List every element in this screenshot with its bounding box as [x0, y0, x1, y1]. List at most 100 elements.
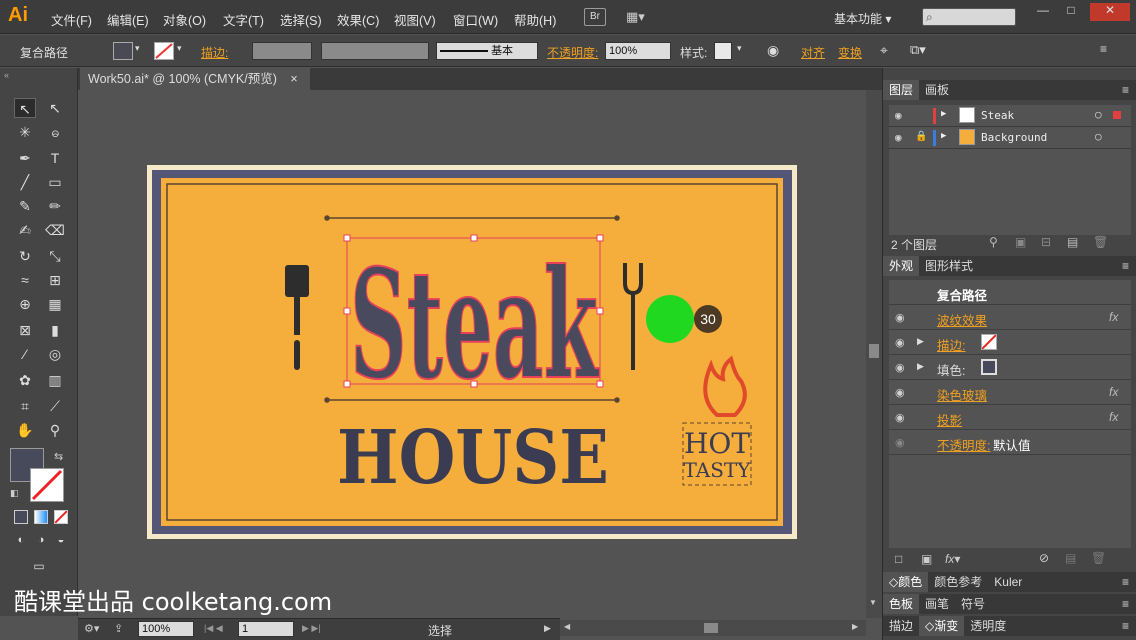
- tab-symbols[interactable]: 符号: [955, 594, 991, 614]
- scroll-down-icon[interactable]: ▼: [869, 598, 877, 607]
- visibility-eye-icon[interactable]: ◉: [895, 109, 902, 122]
- panel-menu-icon[interactable]: ≡: [1122, 616, 1129, 636]
- transform-label[interactable]: 变换: [838, 44, 862, 61]
- selected-art-indicator[interactable]: [1113, 111, 1121, 119]
- mesh-tool-icon[interactable]: ⊠: [14, 320, 36, 340]
- appearance-row[interactable]: ◉ ▶ 填色:: [889, 355, 1131, 380]
- add-stroke-icon[interactable]: □: [895, 552, 902, 566]
- eraser-icon[interactable]: ⌫: [44, 220, 66, 240]
- control-menu-icon[interactable]: ≡: [1100, 42, 1107, 56]
- layer-row[interactable]: ◉ 🔒 ▶ Background ○: [889, 127, 1131, 149]
- appearance-row[interactable]: ◉ 波纹效果 fx: [889, 305, 1131, 330]
- draw-normal-icon[interactable]: ◐: [10, 530, 32, 550]
- gradient-tool-icon[interactable]: ▮: [44, 320, 66, 340]
- rectangle-tool-icon[interactable]: ▭: [44, 172, 66, 192]
- tab-graphic-styles[interactable]: 图形样式: [919, 256, 979, 276]
- new-sublayer-icon[interactable]: ⊟: [1041, 235, 1051, 249]
- tab-swatches[interactable]: 色板: [883, 594, 920, 614]
- appearance-menu-icon[interactable]: ≡: [1122, 256, 1129, 276]
- selection-tool-icon[interactable]: ↖: [14, 98, 36, 118]
- tab-color[interactable]: ◇颜色: [883, 572, 929, 592]
- select-similar-icon[interactable]: ⧉▾: [910, 42, 926, 58]
- free-transform-icon[interactable]: ⊞: [44, 270, 66, 290]
- appearance-row[interactable]: ◉ ▶ 描边:: [889, 330, 1131, 355]
- symbol-sprayer-icon[interactable]: ✿: [14, 370, 36, 390]
- tab-artboards[interactable]: 画板: [919, 80, 955, 100]
- tab-appearance[interactable]: 外观: [883, 256, 920, 276]
- graphic-style-swatch[interactable]: [714, 42, 732, 60]
- scroll-left-icon[interactable]: ◀: [564, 622, 570, 631]
- document-tab[interactable]: Work50.ai* @ 100% (CMYK/预览) ×: [80, 68, 310, 90]
- pen-tool-icon[interactable]: ✒: [14, 148, 36, 168]
- blend-tool-icon[interactable]: ◎: [44, 344, 66, 364]
- page-field[interactable]: 1: [238, 621, 294, 637]
- column-graph-icon[interactable]: ▥: [44, 370, 66, 390]
- tab-brushes[interactable]: 画笔: [919, 594, 955, 614]
- stroke-label[interactable]: 描边:: [201, 44, 228, 61]
- collapse-icon[interactable]: «: [4, 70, 9, 80]
- tab-close-icon[interactable]: ×: [290, 72, 297, 86]
- minimize-button[interactable]: —: [1030, 3, 1056, 21]
- horizontal-scroll-thumb[interactable]: [704, 623, 718, 633]
- draw-behind-icon[interactable]: ◑: [30, 530, 52, 550]
- screen-mode-icon[interactable]: ▭: [28, 556, 50, 576]
- expand-arrow-icon[interactable]: ▶: [917, 361, 924, 372]
- default-colors-icon[interactable]: ◧: [10, 488, 19, 499]
- menu-edit[interactable]: 编辑(E): [107, 10, 149, 29]
- close-button[interactable]: ✕: [1090, 3, 1130, 21]
- target-circle-icon[interactable]: ○: [1095, 108, 1102, 121]
- layer-name[interactable]: Steak: [981, 109, 1014, 122]
- menu-view[interactable]: 视图(V): [394, 10, 436, 29]
- effect-stained-glass[interactable]: 染色玻璃: [937, 385, 987, 404]
- recolor-artwork-icon[interactable]: ◉: [767, 42, 779, 59]
- draw-inside-icon[interactable]: ◒: [50, 530, 72, 550]
- fill-swatch-small[interactable]: [981, 359, 997, 375]
- opacity-attribute[interactable]: 不透明度:: [937, 435, 990, 454]
- fx-icon[interactable]: fx: [1109, 410, 1118, 424]
- appearance-row[interactable]: ◉ 不透明度: 默认值: [889, 430, 1131, 455]
- locate-object-icon[interactable]: ⚲: [989, 235, 998, 249]
- eyedropper-icon[interactable]: ⁄: [14, 344, 36, 364]
- opacity-field[interactable]: 100%: [605, 42, 671, 60]
- align-label[interactable]: 对齐: [801, 44, 825, 61]
- magic-wand-icon[interactable]: ✳: [14, 122, 36, 142]
- tab-kuler[interactable]: Kuler: [988, 572, 1028, 592]
- layer-name[interactable]: Background: [981, 131, 1047, 144]
- menu-file[interactable]: 文件(F): [51, 10, 92, 29]
- delete-item-icon[interactable]: 🗑: [1091, 551, 1106, 565]
- stroke-attribute[interactable]: 描边:: [937, 335, 965, 354]
- tab-gradient[interactable]: ◇渐变: [919, 616, 965, 636]
- gradient-mode-icon[interactable]: [34, 510, 48, 524]
- panel-menu-icon[interactable]: ≡: [1122, 594, 1129, 614]
- visibility-eye-icon[interactable]: ◉: [895, 336, 905, 349]
- brush-definition[interactable]: 基本: [436, 42, 538, 60]
- scroll-right-icon[interactable]: ▶: [852, 622, 858, 631]
- fx-icon[interactable]: fx: [1109, 310, 1118, 324]
- width-tool-icon[interactable]: ≈: [14, 270, 36, 290]
- tab-stroke[interactable]: 描边: [883, 616, 919, 636]
- visibility-eye-icon[interactable]: ◉: [895, 386, 905, 399]
- direct-selection-tool-icon[interactable]: ↖: [44, 98, 66, 118]
- visibility-eye-icon[interactable]: ◉: [895, 311, 905, 324]
- add-effect-icon[interactable]: fx▾: [945, 552, 960, 566]
- stroke-dropdown-icon[interactable]: ▾: [177, 43, 182, 54]
- menu-type[interactable]: 文字(T): [223, 10, 264, 29]
- horizontal-scrollbar[interactable]: ◀ ▶: [560, 620, 866, 636]
- paintbrush-icon[interactable]: ✎: [14, 196, 36, 216]
- swap-colors-icon[interactable]: ⇆: [54, 450, 63, 463]
- layer-row[interactable]: ◉ ▶ Steak ○: [889, 105, 1131, 127]
- effect-ripple[interactable]: 波纹效果: [937, 310, 987, 329]
- bridge-button[interactable]: Br: [584, 8, 606, 26]
- last-page-icon[interactable]: ▶ ▶|: [302, 623, 321, 634]
- menu-select[interactable]: 选择(S): [280, 10, 322, 29]
- delete-layer-icon[interactable]: 🗑: [1093, 235, 1108, 249]
- layers-menu-icon[interactable]: ≡: [1122, 80, 1129, 100]
- tab-layers[interactable]: 图层: [883, 80, 920, 100]
- status-arrow-icon[interactable]: ▶: [544, 623, 551, 634]
- expand-arrow-icon[interactable]: ▶: [941, 109, 946, 119]
- fill-dropdown-icon[interactable]: ▾: [135, 43, 140, 54]
- expand-arrow-icon[interactable]: ▶: [917, 336, 924, 347]
- style-dropdown-icon[interactable]: ▾: [737, 43, 742, 54]
- type-tool-icon[interactable]: T: [44, 148, 66, 168]
- blob-brush-icon[interactable]: ✍: [14, 220, 36, 240]
